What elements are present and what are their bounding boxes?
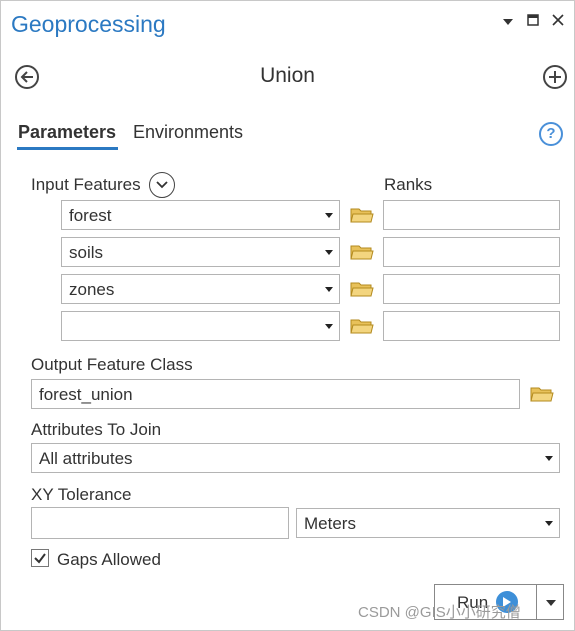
attributes-to-join-value: All attributes xyxy=(39,449,133,468)
close-icon[interactable] xyxy=(548,8,568,32)
chevron-down-icon[interactable] xyxy=(149,172,175,198)
attributes-to-join-select[interactable]: All attributes xyxy=(31,443,560,473)
input-feature-combo[interactable]: zones xyxy=(61,274,340,304)
add-icon[interactable] xyxy=(543,65,567,89)
output-feature-class-value: forest_union xyxy=(39,385,133,404)
output-feature-class-label: Output Feature Class xyxy=(31,355,193,374)
gaps-allowed-checkbox[interactable] xyxy=(31,549,49,567)
chevron-down-icon xyxy=(545,456,553,461)
input-feature-value: soils xyxy=(69,243,104,262)
input-feature-value: forest xyxy=(69,206,112,225)
chevron-down-icon xyxy=(325,287,333,292)
tab-parameters[interactable]: Parameters xyxy=(18,122,116,143)
input-feature-combo[interactable]: forest xyxy=(61,200,340,230)
checkmark-icon xyxy=(34,553,46,564)
attributes-to-join-label: Attributes To Join xyxy=(31,420,162,439)
chevron-down-icon xyxy=(546,600,556,606)
xy-tolerance-input[interactable] xyxy=(31,507,289,539)
xy-tolerance-label: XY Tolerance xyxy=(31,485,132,504)
input-feature-combo[interactable]: soils xyxy=(61,237,340,267)
rank-input[interactable] xyxy=(383,237,560,267)
input-feature-value: zones xyxy=(69,280,115,299)
gaps-allowed-label: Gaps Allowed xyxy=(57,550,161,569)
input-feature-combo[interactable] xyxy=(61,311,340,341)
chevron-down-icon[interactable] xyxy=(498,8,518,32)
help-icon[interactable]: ? xyxy=(539,122,563,146)
folder-icon[interactable] xyxy=(350,206,374,224)
pane-title: Geoprocessing xyxy=(11,11,166,37)
rank-input[interactable] xyxy=(383,311,560,341)
run-options-dropdown[interactable] xyxy=(536,584,564,620)
chevron-down-icon xyxy=(325,250,333,255)
xy-tolerance-unit-value: Meters xyxy=(304,514,356,533)
tool-title: Union xyxy=(260,64,315,87)
xy-tolerance-unit-select[interactable]: Meters xyxy=(296,508,560,538)
active-tab-indicator xyxy=(17,147,118,150)
watermark: CSDN @GIS小小研究僧 xyxy=(358,604,521,621)
folder-icon[interactable] xyxy=(350,243,374,261)
chevron-down-icon xyxy=(545,521,553,526)
maximize-icon[interactable] xyxy=(523,8,543,32)
folder-icon[interactable] xyxy=(350,317,374,335)
tab-environments[interactable]: Environments xyxy=(133,122,243,143)
rank-input[interactable] xyxy=(383,274,560,304)
folder-icon[interactable] xyxy=(530,385,554,403)
output-feature-class-input[interactable]: forest_union xyxy=(31,379,520,409)
chevron-down-icon xyxy=(325,213,333,218)
ranks-label: Ranks xyxy=(384,175,433,194)
input-features-label: Input Features xyxy=(31,175,141,194)
chevron-down-icon xyxy=(325,324,333,329)
folder-icon[interactable] xyxy=(350,280,374,298)
rank-input[interactable] xyxy=(383,200,560,230)
